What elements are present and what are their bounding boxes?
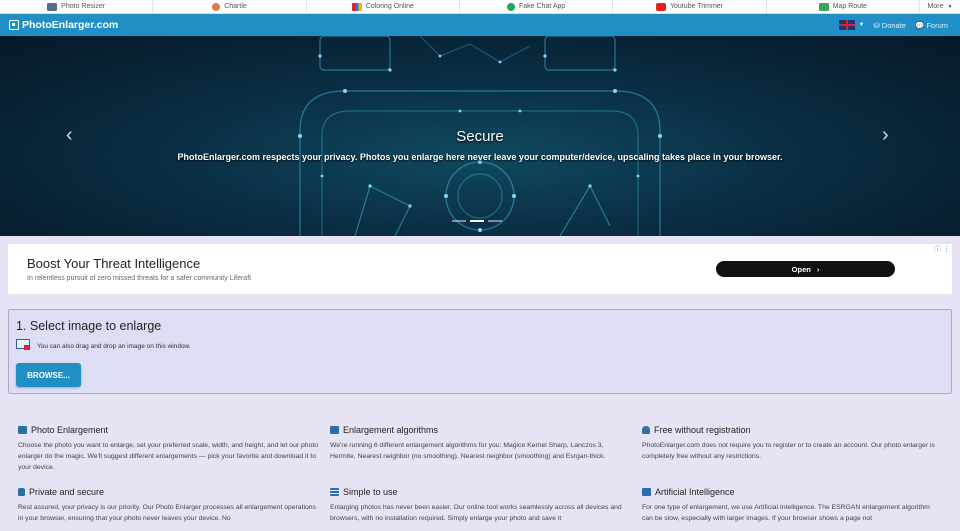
lock-icon (18, 488, 25, 496)
site-label: Youtube Trimmer (669, 3, 723, 10)
feature-enlargement-algorithms: Enlargement algorithms We're running 6 d… (330, 425, 630, 462)
feature-text: PhotoEnlarger.com does not require you t… (642, 442, 935, 460)
hero-title: Secure (456, 128, 504, 145)
site-link-map-route[interactable]: Map Route (767, 0, 920, 13)
feature-text: For one type of enlargement, we use Arti… (642, 504, 930, 522)
map-route-icon (818, 2, 829, 11)
image-icon (330, 426, 339, 434)
feature-title: Private and secure (29, 487, 105, 497)
site-label: Coloring Online (365, 3, 414, 10)
list-icon (330, 488, 339, 496)
carousel-indicator[interactable] (488, 220, 502, 222)
feature-title: Simple to use (343, 487, 398, 497)
feature-artificial-intelligence: Artificial Intelligence For one type of … (642, 487, 942, 524)
hero-carousel: ‹ › Secure PhotoEnlarger.com respects yo… (0, 36, 960, 236)
feature-text: Enlarging photos has never been easier. … (330, 504, 622, 522)
chevron-right-icon: › (816, 264, 820, 274)
site-link-chartle[interactable]: Chartle (153, 0, 307, 13)
chevron-down-icon: ▼ (947, 3, 953, 10)
carousel-indicator[interactable] (452, 220, 466, 222)
select-image-panel: 1. Select image to enlarge You can also … (8, 309, 952, 394)
drag-drop-icon (16, 339, 33, 353)
drag-drop-text: You can also drag and drop an image on t… (37, 342, 191, 350)
sites-bar: Photo Resizer Chartle Coloring Online Fa… (0, 0, 960, 14)
fake-chat-app-icon (506, 2, 515, 11)
browse-button[interactable]: BROWSE... (16, 363, 81, 387)
language-selector[interactable]: ▼ (838, 20, 865, 30)
ad-open-button[interactable]: Open › (716, 261, 895, 277)
site-link-fake-chat-app[interactable]: Fake Chat App (460, 0, 614, 13)
feature-text: We're running 6 different enlargement al… (330, 442, 606, 460)
feature-title: Enlargement algorithms (343, 425, 439, 435)
site-label: Fake Chat App (518, 3, 566, 10)
ad-open-label: Open (791, 264, 811, 274)
site-link-coloring-online[interactable]: Coloring Online (307, 0, 460, 13)
brand-logo-link[interactable]: PhotoEnlarger.com (0, 19, 118, 31)
hero-caption: PhotoEnlarger.com respects your privacy.… (177, 152, 783, 162)
ad-banner[interactable]: Boost Your Threat Intelligence In relent… (8, 244, 952, 294)
feature-simple-to-use: Simple to use Enlarging photos has never… (330, 487, 630, 524)
brand-name: PhotoEnlarger.com (22, 19, 119, 31)
uk-flag-icon (838, 20, 855, 30)
navbar: PhotoEnlarger.com ▼ ⛁ Donate 💬 Forum (0, 14, 960, 36)
feature-text: Rest assured, your privacy is our priori… (18, 504, 316, 522)
donate-icon: ⛁ (873, 20, 880, 30)
feature-text: Choose the photo you want to enlarge, se… (18, 442, 319, 471)
site-link-photo-resizer[interactable]: Photo Resizer (0, 0, 154, 13)
more-sites-dropdown[interactable]: More ▼ (920, 0, 960, 13)
feature-title: Photo Enlargement (31, 425, 109, 435)
feature-free-without-registration: Free without registration PhotoEnlarger.… (642, 425, 942, 462)
more-label: More (927, 3, 944, 10)
feature-title: Artificial Intelligence (655, 487, 735, 497)
forum-icon: 💬 (914, 20, 925, 30)
ad-subtitle: In relentless pursuit of zero missed thr… (27, 275, 252, 282)
chevron-down-icon: ▼ (858, 22, 865, 28)
image-icon (642, 488, 651, 496)
feature-private-and-secure: Private and secure Rest assured, your pr… (18, 487, 318, 524)
chartle-icon (212, 2, 221, 11)
carousel-indicator[interactable] (470, 220, 484, 222)
site-label: Map Route (832, 3, 867, 10)
site-label: Photo Resizer (61, 3, 106, 10)
feature-photo-enlargement: Photo Enlargement Choose the photo you w… (18, 425, 318, 473)
coloring-online-icon (351, 2, 362, 11)
carousel-indicators (452, 220, 502, 222)
donate-label: Donate (881, 20, 906, 30)
photo-resizer-icon (47, 2, 58, 11)
site-link-youtube-trimmer[interactable]: Youtube Trimmer (613, 0, 767, 13)
drag-drop-hint: You can also drag and drop an image on t… (16, 339, 191, 353)
youtube-trimmer-icon (655, 2, 666, 11)
site-label: Chartle (224, 3, 247, 10)
user-icon (642, 426, 650, 434)
forum-link[interactable]: 💬 Forum (915, 21, 948, 30)
select-image-heading: 1. Select image to enlarge (16, 319, 162, 333)
feature-title: Free without registration (654, 425, 751, 435)
ad-title: Boost Your Threat Intelligence (27, 256, 201, 271)
photo-enlarger-logo-icon (9, 20, 19, 30)
forum-label: Forum (926, 20, 948, 30)
donate-link[interactable]: ⛁ Donate (874, 21, 906, 30)
ad-info-icon[interactable]: ⓘ ⋮ (934, 244, 950, 254)
image-icon (18, 426, 27, 434)
